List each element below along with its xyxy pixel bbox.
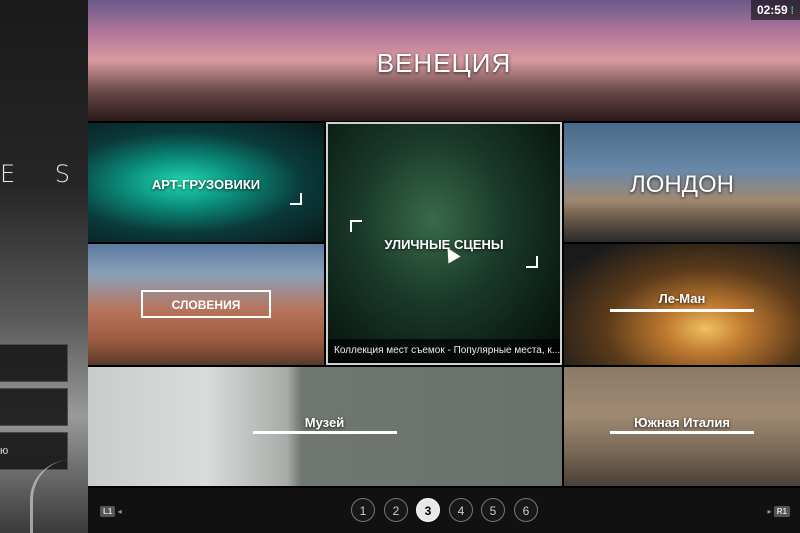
- tile-le-mans-underline: [610, 309, 754, 312]
- tile-museum-underline: [253, 431, 397, 434]
- clock-time: 02:59: [756, 3, 788, 17]
- status-clock: 02:59 ⁞: [750, 0, 800, 20]
- left-shoulder-hint[interactable]: L1 ◂: [100, 506, 122, 517]
- tile-south-italy[interactable]: Южная Италия: [564, 367, 800, 486]
- tile-le-mans-label: Ле-Ман: [658, 291, 706, 306]
- tile-museum-label: Музей: [304, 415, 345, 430]
- tile-slovenia[interactable]: СЛОВЕНИЯ: [88, 244, 324, 365]
- tile-venice-label: ВЕНЕЦИЯ: [376, 48, 512, 78]
- tile-south-italy-underline: [610, 431, 754, 434]
- page-button-4[interactable]: 4: [449, 498, 473, 522]
- page-button-6[interactable]: 6: [514, 498, 538, 522]
- page-button-5[interactable]: 5: [481, 498, 505, 522]
- tile-art-trucks-label: АРТ-ГРУЗОВИКИ: [151, 177, 261, 192]
- tile-slovenia-label: СЛОВЕНИЯ: [141, 290, 271, 318]
- sidebar-brand: E S: [0, 160, 87, 188]
- page-button-1[interactable]: 1: [351, 498, 375, 522]
- r1-button-icon: R1: [773, 506, 790, 517]
- tile-london-label: ЛОНДОН: [629, 171, 734, 198]
- tile-london[interactable]: ЛОНДОН: [564, 123, 800, 242]
- sidebar: E S ю: [0, 0, 88, 533]
- focus-corner-top-left-icon: [350, 220, 362, 232]
- tile-art-trucks[interactable]: АРТ-ГРУЗОВИКИ: [88, 123, 324, 242]
- page-button-3[interactable]: 3: [416, 498, 440, 522]
- l1-button-icon: L1: [100, 506, 116, 517]
- tile-venice[interactable]: ВЕНЕЦИЯ: [88, 0, 800, 121]
- tile-south-italy-label: Южная Италия: [634, 415, 730, 430]
- tile-street-scenes[interactable]: УЛИЧНЫЕ СЦЕНЫ Коллекция мест съемок - По…: [326, 122, 562, 365]
- tile-street-scenes-caption: Коллекция мест съемок - Популярные места…: [328, 339, 560, 363]
- tile-museum[interactable]: Музей: [88, 367, 562, 486]
- pagination-bar: L1 ◂ 1 2 3 4 5 6 ▸ R1: [88, 488, 800, 533]
- tile-le-mans[interactable]: Ле-Ман: [564, 244, 800, 365]
- page-button-2[interactable]: 2: [384, 498, 408, 522]
- focus-corner-bottom-right-icon: [526, 256, 538, 268]
- focus-corner-icon: [290, 193, 302, 205]
- right-shoulder-hint[interactable]: ▸ R1: [768, 506, 790, 517]
- sidebar-menu-item-2[interactable]: [0, 388, 68, 426]
- signal-icon: ⁞: [790, 6, 794, 17]
- road-image-detail: [30, 460, 88, 533]
- sidebar-menu-item-1[interactable]: [0, 344, 68, 382]
